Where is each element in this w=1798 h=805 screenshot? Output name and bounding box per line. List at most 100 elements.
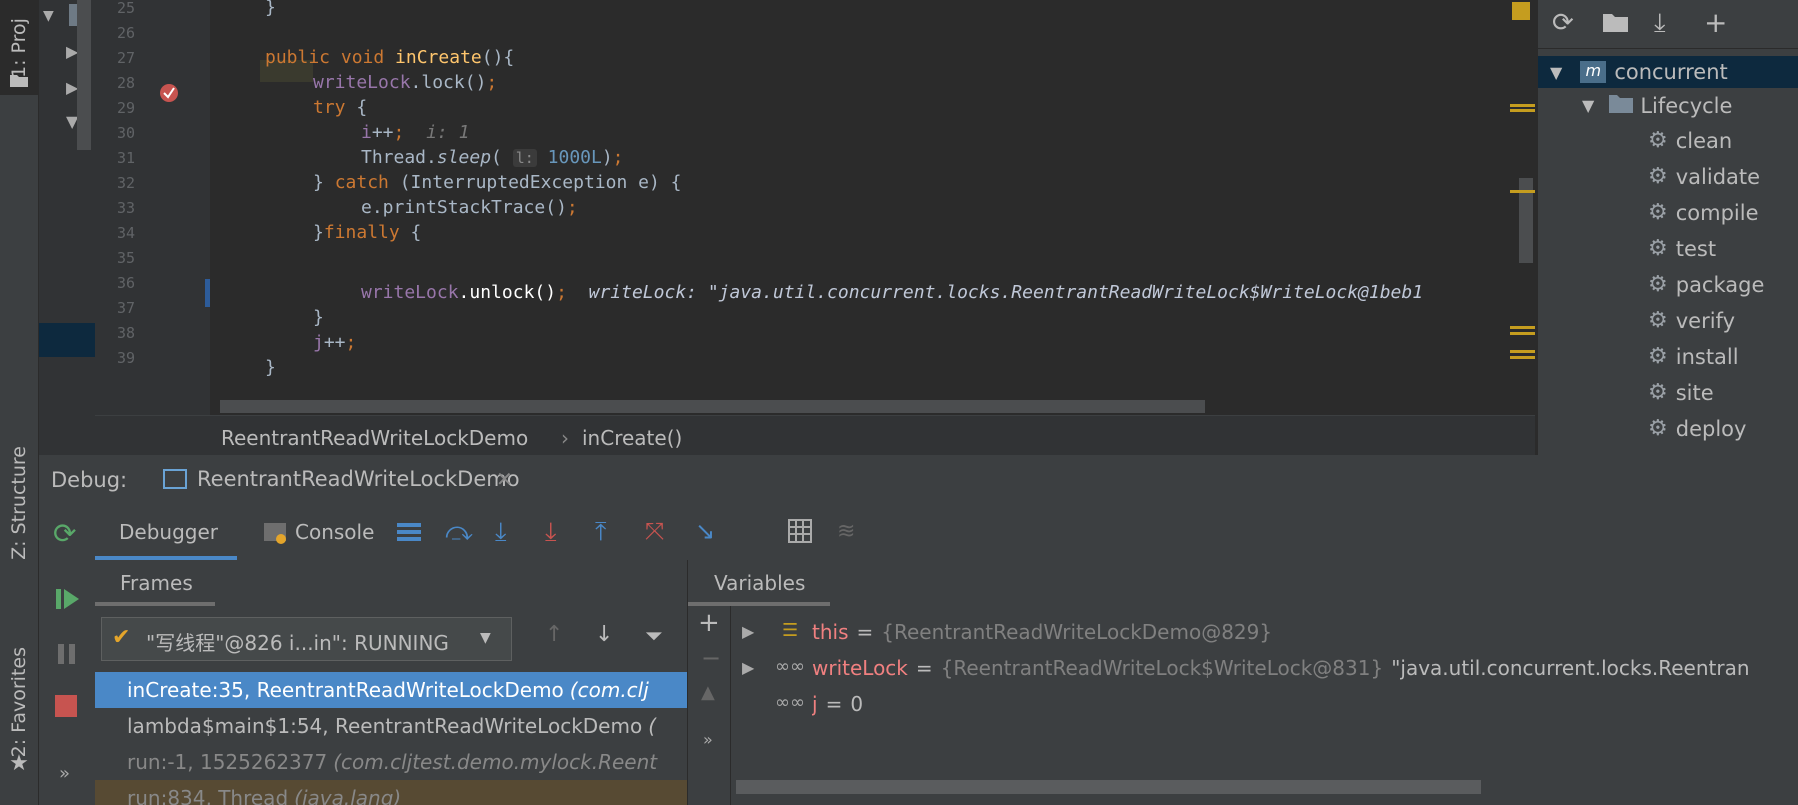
line-number: 34 (116, 224, 135, 242)
evaluate-expression-icon[interactable] (788, 519, 812, 547)
line-number: 25 (116, 0, 135, 17)
frame-row[interactable]: lambda$main$1:54, ReentrantReadWriteLock… (95, 708, 687, 744)
code-editor[interactable]: } public void inCreate(){ writeLock.lock… (210, 0, 1535, 415)
step-over-icon[interactable]: ⤼ (445, 517, 473, 548)
marker[interactable] (1510, 350, 1535, 353)
frame-method: run:834, Thread (127, 786, 289, 805)
frame-package: ( (648, 714, 657, 738)
frame-row[interactable]: run:834, Thread (java.lang) (95, 780, 687, 805)
breakpoint-icon[interactable] (160, 84, 178, 102)
thread-selector[interactable]: ✔ "写线程"@826 i...in": RUNNING ▼ (101, 617, 512, 661)
marker[interactable] (1510, 356, 1535, 359)
trace-icon[interactable]: ≋ (837, 519, 855, 544)
maven-toolbar: ⟳ ⤓ + (1538, 0, 1798, 49)
step-into-icon[interactable]: ⤓ (495, 517, 507, 548)
show-execution-point-icon[interactable] (397, 521, 421, 547)
lifecycle-node[interactable]: ▼ Lifecycle (1582, 92, 1732, 119)
maven-project-label: concurrent (1614, 60, 1728, 84)
project-scrollbar[interactable] (77, 0, 91, 150)
maven-goal-test[interactable]: ⚙ test (1648, 236, 1716, 261)
add-watch-icon[interactable]: + (698, 608, 720, 638)
maven-goal-compile[interactable]: ⚙ compile (1648, 200, 1759, 225)
variable-row[interactable]: writeLock = {ReentrantReadWriteLock$WriteL… (812, 650, 1750, 686)
code-line-37: j++; (313, 332, 357, 353)
resume-icon[interactable] (55, 587, 81, 615)
maven-goal-package[interactable]: ⚙ package (1648, 272, 1764, 297)
code-line-28: writeLock.lock(); (313, 72, 498, 93)
add-icon[interactable]: + (1704, 6, 1727, 39)
variable-string-value: "java.util.concurrent.locks.Reentran (1391, 656, 1750, 680)
maven-goal-clean[interactable]: ⚙ clean (1648, 128, 1732, 153)
gear-icon: ⚙ (1648, 236, 1668, 261)
warning-marker[interactable] (1512, 2, 1530, 20)
maven-goal-label: package (1675, 272, 1765, 297)
maven-goal-site[interactable]: ⚙ site (1648, 380, 1714, 405)
rerun-icon[interactable]: ⟳ (53, 517, 76, 550)
variable-name: this (812, 620, 849, 644)
pause-icon[interactable] (56, 642, 78, 670)
variable-equals: = (915, 656, 933, 680)
frame-method: lambda$main$1:54, ReentrantReadWriteLock… (127, 714, 643, 738)
breadcrumb: ReentrantReadWriteLockDemo › inCreate() (95, 415, 1535, 460)
maven-goal-validate[interactable]: ⚙ validate (1648, 164, 1760, 189)
marker[interactable] (1510, 190, 1535, 193)
sleep-value: 1000L (547, 147, 602, 168)
tab-debugger[interactable]: Debugger (95, 507, 237, 560)
debug-session-tab[interactable]: ReentrantReadWriteLockDemo ✕ (141, 455, 521, 510)
reimport-folder-icon[interactable] (1602, 10, 1630, 38)
code-line-25: } (265, 0, 276, 18)
frame-method: inCreate:35, ReentrantReadWriteLockDemo (127, 678, 564, 702)
variable-row[interactable]: j = 0 (812, 686, 871, 722)
refresh-icon[interactable]: ⟳ (1552, 8, 1574, 38)
marker[interactable] (1510, 332, 1535, 335)
collapse-arrow-icon: ▼ (1582, 96, 1595, 115)
move-up-icon[interactable]: ▲ (701, 682, 715, 703)
more-icon[interactable]: » (703, 730, 713, 749)
breadcrumb-method[interactable]: inCreate() (582, 426, 682, 450)
stop-icon[interactable] (55, 695, 77, 717)
maven-goal-label: site (1675, 380, 1714, 405)
step-out-icon[interactable]: ⤒ (595, 517, 607, 548)
next-frame-icon[interactable]: ↓ (595, 622, 613, 647)
filter-icon[interactable]: ⏷ (645, 624, 663, 649)
drop-frame-icon[interactable]: ⤧ (645, 517, 664, 545)
close-icon[interactable]: ✕ (496, 467, 513, 491)
frame-row[interactable]: run:-1, 1525262377 (com.cljtest.demo.mylo… (95, 744, 687, 780)
maven-goal-verify[interactable]: ⚙ verify (1648, 308, 1735, 333)
frames-tab[interactable]: Frames (95, 560, 215, 606)
remove-watch-icon[interactable]: − (701, 644, 721, 672)
download-icon[interactable]: ⤓ (1654, 8, 1666, 39)
line-number: 28 (116, 74, 135, 92)
tab-console[interactable]: Console (263, 507, 408, 560)
variables-tab[interactable]: Variables (688, 560, 830, 606)
maven-project-row[interactable]: ▼ m concurrent (1538, 56, 1798, 88)
force-step-into-icon[interactable]: ⤓ (545, 517, 557, 548)
structure-tool-tab[interactable]: Z: Structure (0, 420, 38, 585)
breadcrumb-class[interactable]: ReentrantReadWriteLockDemo (221, 426, 528, 450)
expand-arrow-icon[interactable]: ▶ (742, 658, 754, 677)
previous-frame-icon[interactable]: ↑ (545, 622, 563, 647)
line-number: 35 (116, 249, 135, 267)
maven-goal-deploy[interactable]: ⚙ deploy (1648, 416, 1746, 441)
more-icon[interactable]: » (59, 763, 70, 784)
run-to-cursor-icon[interactable]: ↘ (695, 517, 715, 545)
marker[interactable] (1510, 109, 1535, 112)
breadcrumb-separator: › (561, 426, 569, 450)
collapse-arrow-icon[interactable]: ▼ (43, 8, 54, 24)
variable-equals: = (825, 692, 843, 716)
marker[interactable] (1510, 104, 1535, 107)
watch-glasses-icon: ∞∞ (775, 692, 805, 713)
structure-tab-label: Z: Structure (8, 445, 30, 560)
session-tab-label: ReentrantReadWriteLockDemo (197, 467, 520, 491)
variables-scrollbar[interactable] (736, 780, 1481, 794)
inline-value-hint: i: 1 (426, 122, 470, 143)
line-number: 39 (116, 349, 135, 367)
marker[interactable] (1510, 326, 1535, 329)
horizontal-scrollbar[interactable] (220, 400, 1205, 413)
variable-value: 0 (850, 692, 864, 716)
frame-row[interactable]: inCreate:35, ReentrantReadWriteLockDemo(… (95, 672, 687, 708)
variable-row[interactable]: this = {ReentrantReadWriteLockDemo@829} (812, 614, 1280, 650)
frames-title: Frames (120, 571, 193, 595)
expand-arrow-icon[interactable]: ▶ (742, 622, 754, 641)
maven-goal-install[interactable]: ⚙ install (1648, 344, 1739, 369)
